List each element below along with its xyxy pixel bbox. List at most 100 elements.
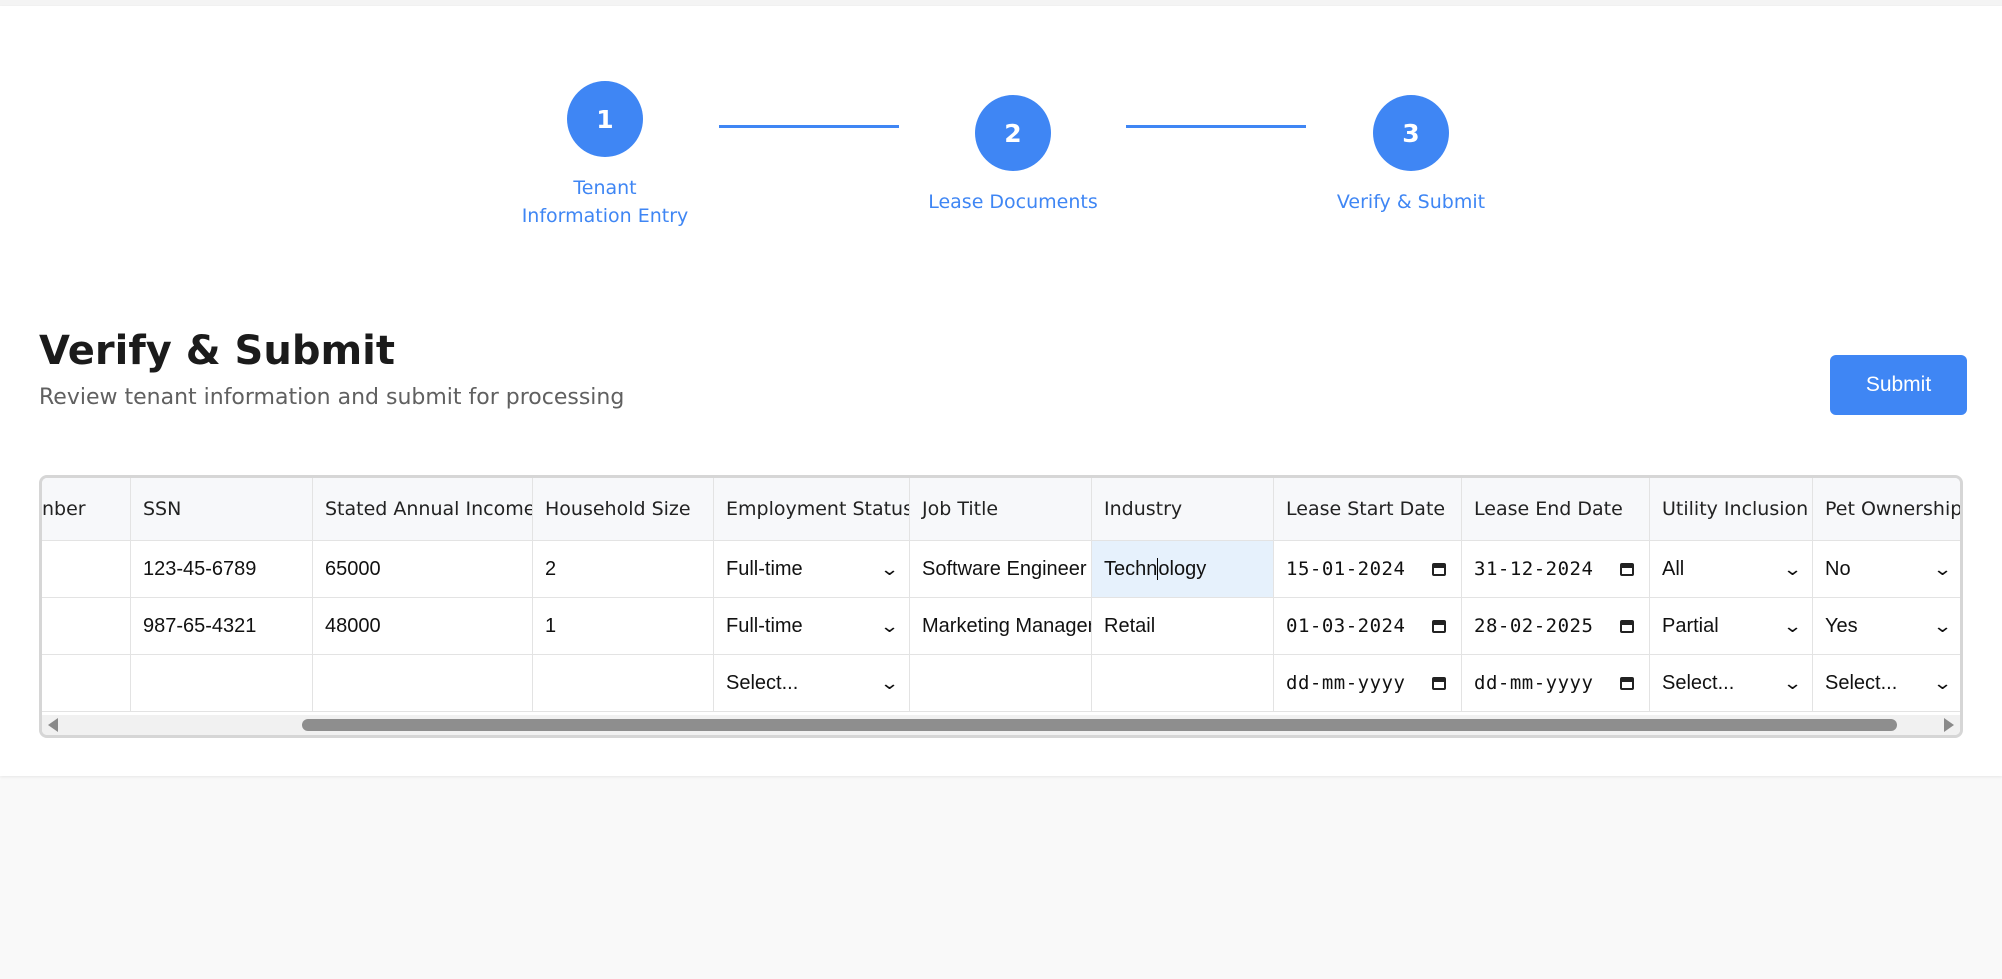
calendar-icon[interactable] — [1619, 560, 1637, 578]
step-2-circle[interactable]: 2 — [975, 95, 1051, 171]
utility-select-box: Select... ⌄ — [1656, 672, 1806, 695]
calendar-icon[interactable] — [1619, 617, 1637, 635]
column-header-number: nber — [42, 478, 131, 541]
column-header-utility: Utility Inclusion — [1650, 478, 1813, 541]
column-header-job-title: Job Title — [910, 478, 1092, 541]
submit-button[interactable]: Submit — [1830, 355, 1967, 415]
income-cell[interactable] — [313, 655, 533, 712]
utility-select[interactable]: Select... ⌄ — [1650, 655, 1813, 712]
scroll-left-arrow-icon[interactable] — [48, 718, 58, 732]
lease-start-date-placeholder: dd-mm-yyyy — [1286, 672, 1406, 694]
lease-start-date-value: 15-01-2024 — [1286, 558, 1406, 580]
ssn-cell[interactable] — [131, 655, 313, 712]
utility-select-box: All ⌄ — [1656, 558, 1806, 581]
lease-end-date-box: dd-mm-yyyy — [1474, 672, 1637, 694]
lease-end-date-input[interactable]: 31-12-2024 — [1462, 541, 1650, 598]
number-cell[interactable] — [42, 598, 131, 655]
tenant-table: nber SSN Stated Annual Income Household … — [39, 475, 1963, 738]
column-header-industry: Industry — [1092, 478, 1274, 541]
chevron-down-icon: ⌄ — [1932, 615, 1953, 636]
industry-cell[interactable] — [1092, 655, 1274, 712]
employment-select-value: Full-time — [726, 557, 803, 580]
employment-select[interactable]: Full-time ⌄ — [714, 598, 910, 655]
pet-select[interactable]: Select... ⌄ — [1813, 655, 1960, 712]
calendar-icon[interactable] — [1431, 674, 1449, 692]
employment-select-value: Select... — [726, 671, 799, 694]
pet-select-box: Select... ⌄ — [1819, 672, 1956, 695]
chevron-down-icon: ⌄ — [1932, 558, 1953, 579]
calendar-icon[interactable] — [1431, 617, 1449, 635]
job-title-cell[interactable]: Marketing Manager — [910, 598, 1092, 655]
utility-select-value: Partial — [1662, 614, 1719, 637]
scrollbar-thumb[interactable] — [302, 719, 1897, 731]
number-cell[interactable] — [42, 655, 131, 712]
scroll-right-arrow-icon[interactable] — [1944, 718, 1954, 732]
pet-select-value: Select... — [1825, 671, 1898, 694]
industry-cell[interactable]: Techn ology — [1092, 541, 1274, 598]
column-header-ssn: SSN — [131, 478, 313, 541]
column-header-employment: Employment Status — [714, 478, 910, 541]
step-1-label-line2: Information Entry — [521, 205, 689, 227]
industry-text-before-caret: Techn — [1104, 557, 1158, 580]
household-cell[interactable]: 2 — [533, 541, 714, 598]
utility-select-value: All — [1662, 557, 1685, 580]
step-connector-1 — [719, 125, 899, 128]
job-title-cell[interactable] — [910, 655, 1092, 712]
utility-select[interactable]: Partial ⌄ — [1650, 598, 1813, 655]
step-3-circle[interactable]: 3 — [1373, 95, 1449, 171]
employment-select[interactable]: Full-time ⌄ — [714, 541, 910, 598]
household-cell[interactable]: 1 — [533, 598, 714, 655]
employment-select-box: Full-time ⌄ — [720, 558, 903, 581]
calendar-icon[interactable] — [1619, 674, 1637, 692]
step-connector-2 — [1126, 125, 1306, 128]
chevron-down-icon: ⌄ — [879, 615, 900, 636]
pet-select-box: Yes ⌄ — [1819, 615, 1956, 638]
horizontal-scrollbar[interactable] — [42, 715, 1960, 735]
employment-select-value: Full-time — [726, 614, 803, 637]
step-1-circle[interactable]: 1 — [567, 81, 643, 157]
ssn-cell[interactable]: 123-45-6789 — [131, 541, 313, 598]
chevron-down-icon: ⌄ — [879, 558, 900, 579]
income-cell[interactable]: 48000 — [313, 598, 533, 655]
page-subtitle: Review tenant information and submit for… — [39, 385, 625, 410]
step-3-label: Verify & Submit — [1336, 191, 1486, 213]
chevron-down-icon: ⌄ — [1932, 672, 1953, 693]
number-cell[interactable] — [42, 541, 131, 598]
industry-cell[interactable]: Retail — [1092, 598, 1274, 655]
pet-select-value: No — [1825, 557, 1851, 580]
step-1-label-line1: Tenant — [573, 177, 637, 199]
employment-select-box: Full-time ⌄ — [720, 615, 903, 638]
pet-select-value: Yes — [1825, 614, 1858, 637]
calendar-icon[interactable] — [1431, 560, 1449, 578]
lease-end-date-input[interactable]: dd-mm-yyyy — [1462, 655, 1650, 712]
chevron-down-icon: ⌄ — [1782, 672, 1803, 693]
lease-start-date-box: dd-mm-yyyy — [1286, 672, 1449, 694]
step-2-label: Lease Documents — [928, 191, 1098, 213]
pet-select[interactable]: No ⌄ — [1813, 541, 1960, 598]
household-cell[interactable] — [533, 655, 714, 712]
step-1-label: Tenant Information Entry — [500, 174, 710, 230]
job-title-cell[interactable]: Software Engineer — [910, 541, 1092, 598]
lease-end-date-input[interactable]: 28-02-2025 — [1462, 598, 1650, 655]
employment-select-box: Select... ⌄ — [720, 672, 903, 695]
lease-end-date-value: 28-02-2025 — [1474, 615, 1594, 637]
ssn-cell[interactable]: 987-65-4321 — [131, 598, 313, 655]
chevron-down-icon: ⌄ — [879, 672, 900, 693]
industry-text-after-caret: ology — [1158, 557, 1207, 580]
lease-start-date-input[interactable]: 15-01-2024 — [1274, 541, 1462, 598]
utility-select-box: Partial ⌄ — [1656, 615, 1806, 638]
pet-select[interactable]: Yes ⌄ — [1813, 598, 1960, 655]
column-header-lease-start: Lease Start Date — [1274, 478, 1462, 541]
column-header-pet: Pet Ownership — [1813, 478, 1960, 541]
column-header-income: Stated Annual Income — [313, 478, 533, 541]
income-cell[interactable]: 65000 — [313, 541, 533, 598]
utility-select-value: Select... — [1662, 671, 1735, 694]
lease-start-date-input[interactable]: dd-mm-yyyy — [1274, 655, 1462, 712]
chevron-down-icon: ⌄ — [1782, 615, 1803, 636]
employment-select[interactable]: Select... ⌄ — [714, 655, 910, 712]
column-header-household: Household Size — [533, 478, 714, 541]
lease-start-date-input[interactable]: 01-03-2024 — [1274, 598, 1462, 655]
lease-start-date-box: 15-01-2024 — [1286, 558, 1449, 580]
utility-select[interactable]: All ⌄ — [1650, 541, 1813, 598]
lease-end-date-box: 28-02-2025 — [1474, 615, 1637, 637]
